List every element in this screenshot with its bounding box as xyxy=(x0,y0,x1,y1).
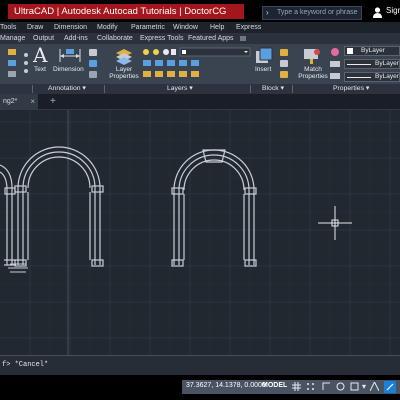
menu-dimension[interactable]: Dimension xyxy=(54,22,87,33)
insert-block-icon[interactable] xyxy=(254,47,274,65)
document-tab-label: ng2* xyxy=(3,98,18,105)
insert-label[interactable]: Insert xyxy=(255,66,271,74)
menu-modify[interactable]: Modify xyxy=(97,22,118,33)
close-icon[interactable]: × xyxy=(30,94,35,110)
panel-properties[interactable]: Properties ▾ xyxy=(333,84,369,94)
osnap-dropdown-icon[interactable]: ▾ xyxy=(362,382,366,392)
text-tool-label[interactable]: Text xyxy=(34,66,46,74)
panel-layers[interactable]: Layers ▾ xyxy=(167,84,193,94)
color-dropdown[interactable]: ByLayer xyxy=(344,46,400,56)
layer-state-row[interactable] xyxy=(142,47,254,57)
lineweight-value: ByLayer xyxy=(375,60,399,67)
command-history-text: f> *Cancel* xyxy=(2,361,49,369)
tab-collaborate[interactable]: Collaborate xyxy=(97,33,133,44)
panel-annotation[interactable]: Annotation ▾ xyxy=(48,84,86,94)
lineweight-preview xyxy=(347,64,371,65)
document-tab-bar: ng2* × + xyxy=(0,94,400,110)
panel-separator xyxy=(292,85,293,93)
text-tool-icon[interactable]: A xyxy=(33,45,47,65)
tab-featured-apps[interactable]: Featured Apps xyxy=(188,33,234,44)
search-placeholder: Type a keyword or phrase xyxy=(277,9,358,16)
menu-window[interactable]: Window xyxy=(173,22,198,33)
tab-add-ins[interactable]: Add-ins xyxy=(64,33,88,44)
ribbon-panel: A Text Dimension Layer Properties Insert… xyxy=(0,44,400,84)
command-line[interactable]: f> *Cancel* xyxy=(0,355,400,375)
polar-tracking-icon[interactable] xyxy=(336,382,345,391)
video-title-banner: UltraCAD | Autodesk Autocad Tutorials | … xyxy=(8,4,244,19)
menu-bar: Tools Draw Dimension Modify Parametric W… xyxy=(0,22,400,33)
menu-help[interactable]: Help xyxy=(210,22,224,33)
layer-tools-grid[interactable] xyxy=(142,59,204,81)
cursor-coordinates: 37.3627, 14.1378, 0.0000 xyxy=(186,382,266,389)
tab-express-tools[interactable]: Express Tools xyxy=(140,33,183,44)
dimension-icon[interactable] xyxy=(56,47,84,64)
linetype-preview xyxy=(347,77,371,78)
osnap-icon[interactable] xyxy=(350,382,359,391)
drawing-viewport[interactable] xyxy=(0,110,400,355)
menu-tools[interactable]: Tools xyxy=(0,22,16,33)
panel-separator xyxy=(250,85,251,93)
layer-properties-icon[interactable] xyxy=(114,47,134,65)
panel-separator xyxy=(104,85,105,93)
lineweight-dropdown[interactable]: ByLayer xyxy=(344,59,400,69)
new-tab-icon[interactable]: + xyxy=(50,94,56,110)
linetype-dropdown[interactable]: ByLayer xyxy=(344,72,400,82)
model-space-button[interactable]: MODEL xyxy=(262,382,287,389)
title-bar: UltraCAD | Autodesk Autocad Tutorials | … xyxy=(0,0,400,22)
panel-block[interactable]: Block ▾ xyxy=(262,84,284,94)
drawing-canvas[interactable] xyxy=(0,110,400,355)
menu-draw[interactable]: Draw xyxy=(27,22,43,33)
markup-icon[interactable] xyxy=(89,71,97,78)
user-icon[interactable] xyxy=(373,7,382,18)
ribbon-panel-labels: Annotation ▾ Layers ▾ Block ▾ Properties… xyxy=(0,84,400,94)
grid-toggle-icon[interactable] xyxy=(292,382,301,391)
property-type-icons xyxy=(330,48,340,79)
menu-parametric[interactable]: Parametric xyxy=(131,22,165,33)
ribbon-tab-bar: Manage Output Add-ins Collaborate Expres… xyxy=(0,33,400,44)
modify-tool-icons[interactable] xyxy=(22,52,30,74)
search-arrow-icon: › xyxy=(266,8,269,17)
match-properties-label[interactable]: Match Properties xyxy=(297,66,329,80)
color-value: ByLayer xyxy=(361,47,385,54)
search-input[interactable]: › Type a keyword or phrase xyxy=(262,6,362,20)
leader-icon[interactable] xyxy=(89,49,97,56)
document-tab[interactable]: ng2* × xyxy=(0,94,38,110)
create-block-icon[interactable] xyxy=(280,49,288,56)
block-attribute-icon[interactable] xyxy=(280,71,288,78)
tab-manage[interactable]: Manage xyxy=(0,33,25,44)
layer-properties-label[interactable]: Layer Properties xyxy=(108,66,140,80)
ortho-mode-icon[interactable] xyxy=(322,382,331,391)
right-arch xyxy=(171,149,257,267)
move-tool-icons[interactable] xyxy=(6,48,18,78)
isometric-drafting-icon[interactable] xyxy=(370,382,379,391)
crosshair-cursor xyxy=(318,206,352,240)
dimension-tool-label[interactable]: Dimension xyxy=(53,66,84,74)
sign-in-link[interactable]: Sign xyxy=(386,6,400,15)
menu-express[interactable]: Express xyxy=(236,22,261,33)
panel-separator xyxy=(32,85,33,93)
object-snap-tracking-icon[interactable] xyxy=(384,381,396,393)
left-partial-arch xyxy=(0,164,16,266)
ribbon-minimize-icon[interactable] xyxy=(240,36,246,41)
color-swatch xyxy=(347,48,353,54)
snap-mode-icon[interactable] xyxy=(306,382,315,391)
table-icon[interactable] xyxy=(89,60,97,67)
status-bar: 37.3627, 14.1378, 0.0000 MODEL ▾ xyxy=(0,375,400,400)
linetype-value: ByLayer xyxy=(375,73,399,80)
edit-block-icon[interactable] xyxy=(280,60,288,67)
match-properties-icon[interactable] xyxy=(302,47,322,65)
